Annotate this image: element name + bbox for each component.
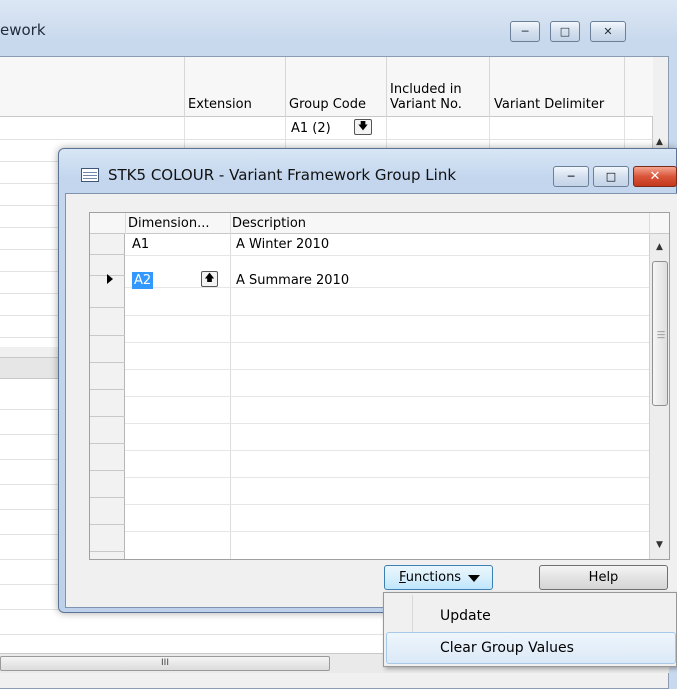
- functions-button[interactable]: Functions: [384, 565, 493, 590]
- column-header-dimension[interactable]: Dimension...: [128, 215, 210, 232]
- close-icon: ✕: [603, 25, 613, 38]
- scroll-up-arrow[interactable]: ▲: [656, 137, 663, 147]
- maximize-icon: □: [559, 25, 571, 38]
- chevron-down-icon: [468, 575, 480, 582]
- column-header-variant-delimiter[interactable]: Variant Delimiter: [494, 97, 604, 112]
- functions-label: unctions: [405, 570, 462, 585]
- minimize-button[interactable]: ─: [510, 21, 540, 42]
- dimension-cell[interactable]: A1: [132, 234, 149, 255]
- lookup-arrow-icon[interactable]: 🡇: [354, 119, 372, 135]
- close-icon: ✕: [649, 169, 661, 184]
- group-link-dialog: STK5 COLOUR - Variant Framework Group Li…: [58, 148, 677, 613]
- functions-menu: Update Clear Group Values: [383, 592, 677, 667]
- maximize-button[interactable]: □: [550, 21, 580, 42]
- grip-icon: — — —: [657, 327, 665, 342]
- vertical-scrollbar[interactable]: ▲ — — — ▼: [649, 234, 669, 559]
- window-title: ework: [0, 21, 46, 39]
- grid-header: Dimension... Description: [90, 213, 669, 234]
- dialog-title: STK5 COLOUR - Variant Framework Group Li…: [108, 166, 457, 184]
- column-header-group-code[interactable]: Group Code: [289, 97, 366, 112]
- dialog-close-button[interactable]: ✕: [633, 166, 677, 187]
- help-button[interactable]: Help: [539, 565, 668, 590]
- menu-item-update[interactable]: Update: [386, 600, 676, 632]
- description-cell[interactable]: A Winter 2010: [236, 234, 329, 255]
- close-button[interactable]: ✕: [590, 21, 626, 42]
- grid-header: Extension Group Code Included in Variant…: [0, 57, 653, 117]
- description-cell[interactable]: A Summare 2010: [236, 270, 349, 291]
- column-header-included-line1[interactable]: Included in: [390, 82, 462, 97]
- vertical-scroll-thumb[interactable]: — — —: [652, 261, 668, 406]
- column-header-included-line2[interactable]: Variant No.: [390, 97, 462, 112]
- dialog-maximize-button[interactable]: □: [593, 166, 629, 187]
- dialog-minimize-button[interactable]: ─: [553, 166, 589, 187]
- scroll-up-arrow[interactable]: ▲: [656, 242, 663, 252]
- dimension-cell-selected[interactable]: A2: [132, 272, 154, 289]
- minimize-icon: ─: [567, 170, 575, 183]
- scroll-down-arrow[interactable]: ▼: [656, 540, 663, 550]
- functions-accelerator: F: [399, 570, 406, 585]
- maximize-icon: □: [605, 170, 617, 183]
- column-header-extension[interactable]: Extension: [188, 97, 252, 112]
- dimension-grid: Dimension... Description A1 A Winter 201…: [89, 212, 670, 560]
- menu-item-clear-group-values[interactable]: Clear Group Values: [386, 632, 676, 664]
- current-row-pointer-icon: [107, 274, 113, 284]
- table-window-icon: [81, 168, 99, 182]
- dialog-client-area: Dimension... Description A1 A Winter 201…: [65, 193, 677, 608]
- lookup-arrow-icon[interactable]: 🡅: [201, 271, 218, 287]
- minimize-icon: ─: [521, 25, 529, 38]
- group-code-cell[interactable]: A1 (2): [291, 120, 331, 138]
- column-header-description[interactable]: Description: [232, 215, 306, 232]
- horizontal-scroll-thumb[interactable]: III: [0, 656, 330, 671]
